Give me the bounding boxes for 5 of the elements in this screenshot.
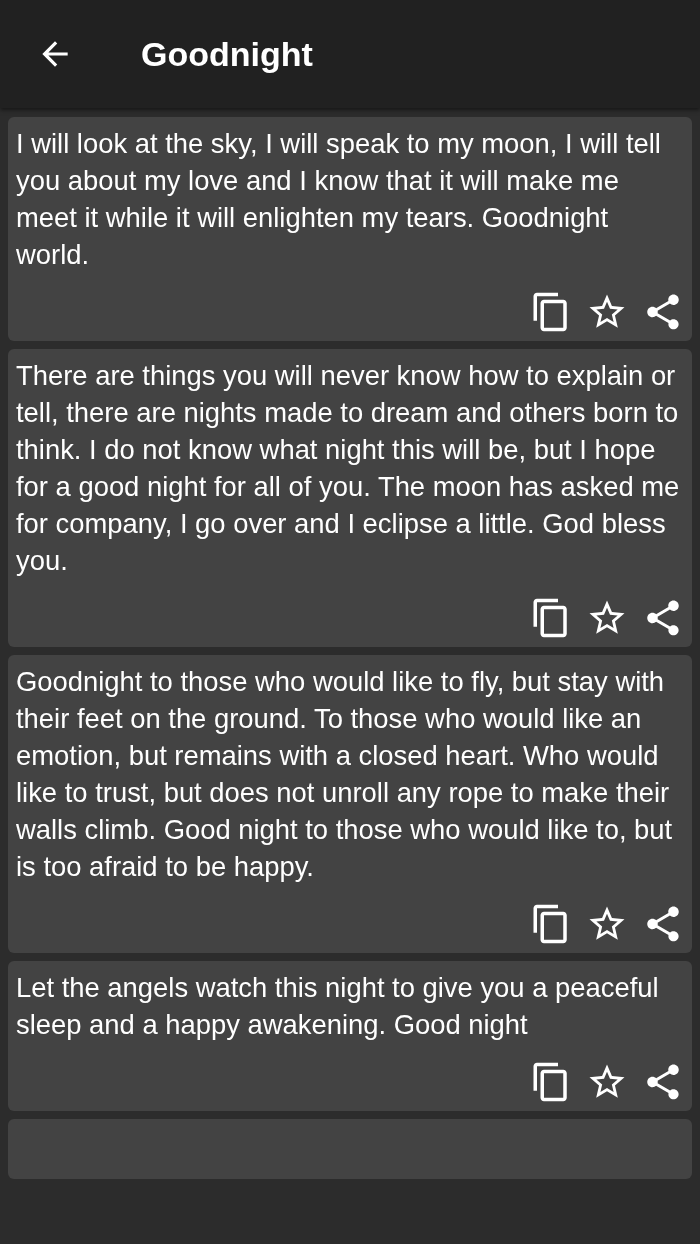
quote-text: Goodnight to those who would like to fly, but stay with their feet on the ground. To those who would like an emotion, but remains with a closed heart. Who would like to trust, but does not unroll any rope to make their walls climb. Good night to those who would like to, but is too afraid to be happy. bbox=[16, 665, 674, 884]
quote-text: I will look at the sky, I will speak to my moon, I will tell you about my love and I know that it will make me meet it while it will enlighten my tears. Goodnight world. bbox=[16, 127, 662, 272]
quote-text: Let the angels watch this night to give you a peaceful sleep and a happy awakening. Good night bbox=[16, 971, 660, 1042]
quote-text: There are things you will never know how to explain or tell, there are nights made to dream and others born to think. I do not know what night this will be, but I hope for a good night for all of you. The moon has asked me for company, I go over and I eclipse a little. God bless you. bbox=[16, 359, 681, 578]
screen-title: Goodnight bbox=[141, 34, 313, 74]
